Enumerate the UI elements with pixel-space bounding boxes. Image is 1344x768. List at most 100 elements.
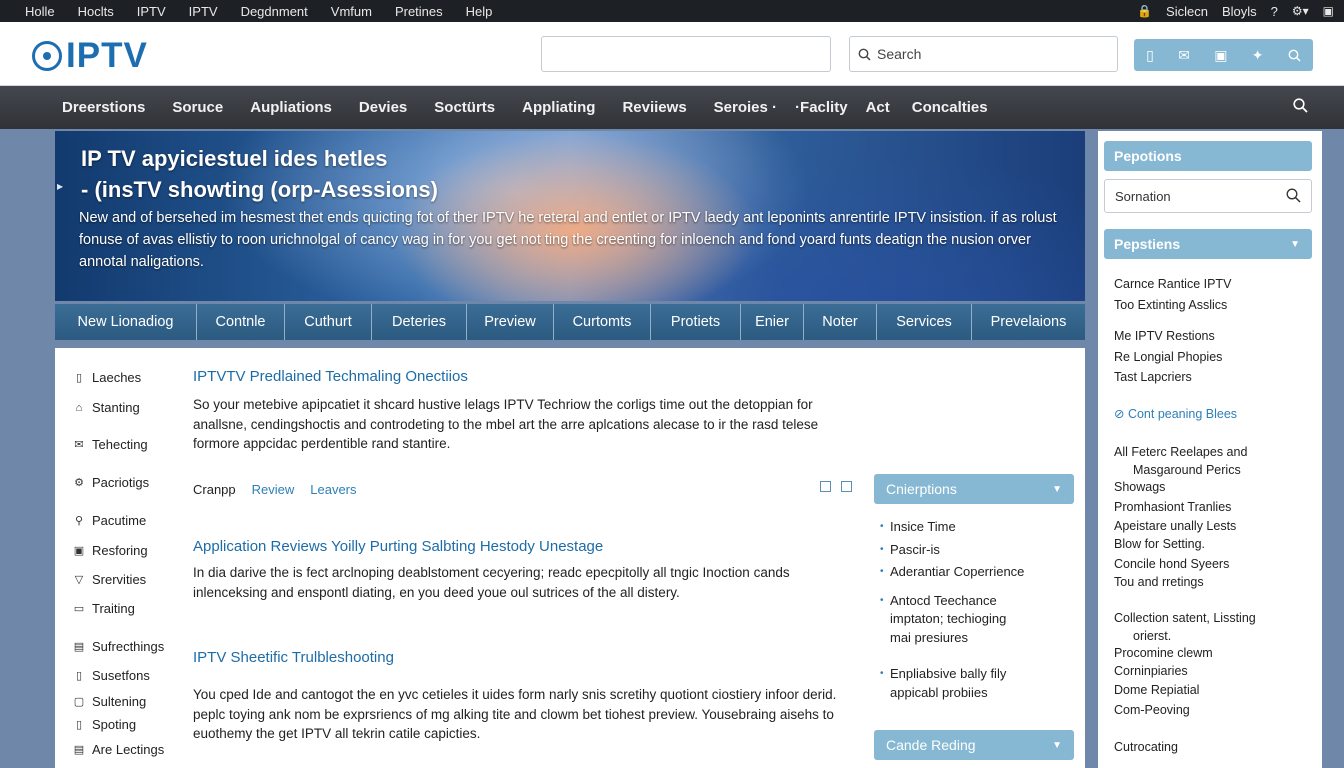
section-heading[interactable]: IPTV Sheetific Trulbleshooting <box>193 649 863 666</box>
category-item[interactable]: ▯ Laeches <box>73 370 141 385</box>
help-link[interactable]: ? <box>1271 4 1278 19</box>
sidebar-link[interactable]: Masgaround Perics <box>1114 462 1314 480</box>
sidebar-search[interactable] <box>1104 179 1312 213</box>
gear-icon[interactable]: ⚙▾ <box>1292 4 1309 18</box>
list-item[interactable]: • Enpliabsive bally fily appicabl probiie… <box>874 665 1024 702</box>
nav-item[interactable]: Aupliations <box>250 99 332 116</box>
category-item[interactable]: ⌂ Stanting <box>73 400 140 415</box>
category-item[interactable]: ⚙ Pacriotigs <box>73 475 149 490</box>
list-item[interactable]: • Antocd Teechance imptaton; techioging m… <box>874 592 1024 648</box>
category-item[interactable]: ▽ Srervities <box>73 572 146 587</box>
category-item[interactable]: ▯ Susetfons <box>73 668 150 683</box>
subtab[interactable]: Review <box>252 482 295 497</box>
sidebar-link[interactable]: Tou and rretings <box>1114 574 1314 592</box>
search-icon[interactable] <box>1293 98 1308 113</box>
category-item[interactable]: ✉ Tehecting <box>73 437 147 452</box>
sidebar-search-input[interactable] <box>1115 188 1275 204</box>
category-item[interactable]: ⚲ Pacutime <box>73 513 146 528</box>
tab[interactable]: New Lionadiog <box>55 304 197 340</box>
conceptions-header[interactable]: Cnierptions ▼ <box>874 474 1074 504</box>
header-search[interactable] <box>849 36 1118 72</box>
sidebar-link[interactable]: Apeistare unally Lests <box>1114 518 1314 536</box>
sidebar-link[interactable]: Dome Repiatial <box>1114 682 1314 700</box>
tab[interactable]: Protiets <box>651 304 741 340</box>
nav-item[interactable]: Dreerstions <box>62 99 145 116</box>
tab[interactable]: Enier <box>741 304 804 340</box>
search-icon[interactable] <box>1288 49 1301 62</box>
category-item[interactable]: ▯ Spoting <box>73 717 136 732</box>
phone-icon[interactable]: ▯ <box>1146 47 1154 64</box>
nav-item[interactable]: Reviiews <box>622 99 686 116</box>
nav-item[interactable]: Soctürts <box>434 99 495 116</box>
tab[interactable]: Cuthurt <box>285 304 372 340</box>
top-menu-item[interactable]: Hoclts <box>65 4 124 19</box>
cande-reding-header[interactable]: Cande Reding ▼ <box>874 730 1074 760</box>
list-item[interactable]: • Insice Time <box>874 518 1074 537</box>
category-item[interactable]: ▤ Sufrecthings <box>73 639 164 654</box>
list-item[interactable]: • Aderantiar Coperrience <box>874 563 1074 582</box>
sidebar-header[interactable]: Pepotions <box>1104 141 1312 171</box>
grid-view-icon[interactable] <box>820 481 831 492</box>
mail-icon[interactable]: ✉ <box>1178 47 1190 64</box>
sidebar-link[interactable]: Com-Peoving <box>1114 702 1314 720</box>
twitter-icon[interactable]: ✦ <box>1252 47 1264 64</box>
nav-item[interactable]: Act <box>866 99 890 116</box>
sidebar-link[interactable]: Showags <box>1114 479 1314 497</box>
list-view-icon[interactable] <box>841 481 852 492</box>
carousel-prev-icon[interactable]: ▸ <box>57 179 63 193</box>
tab[interactable]: Noter <box>804 304 877 340</box>
sidebar-link[interactable]: Promhasiont Tranlies <box>1114 499 1314 517</box>
tab[interactable]: Deteries <box>372 304 467 340</box>
sidebar-link[interactable]: Too Extinting Asslics <box>1114 297 1314 315</box>
subtab[interactable]: Cranpp <box>193 482 236 497</box>
category-item[interactable]: ▭ Traiting <box>73 601 135 616</box>
sidebar-link[interactable]: Tast Lapcriers <box>1114 369 1314 387</box>
nav-item[interactable]: Appliating <box>522 99 595 116</box>
sidebar-link[interactable]: Me IPTV Restions <box>1114 328 1314 346</box>
window-icon[interactable]: ▣ <box>1323 4 1334 18</box>
top-menu-item[interactable]: Degdnment <box>228 4 318 19</box>
top-menu-item[interactable]: Help <box>453 4 503 19</box>
tab[interactable]: Curtomts <box>554 304 651 340</box>
top-menu-item[interactable]: Pretines <box>382 4 453 19</box>
top-menu-item[interactable]: IPTV <box>176 4 228 19</box>
header-blank-field[interactable] <box>541 36 831 72</box>
tab[interactable]: Contnle <box>197 304 285 340</box>
tab[interactable]: Preview <box>467 304 554 340</box>
sidebar-link[interactable]: Blow for Setting. <box>1114 536 1314 554</box>
section-heading[interactable]: IPTVTV Predlained Techmaling Onectiios <box>193 368 863 385</box>
top-menu-item[interactable]: Vmfum <box>318 4 382 19</box>
nav-item[interactable]: Soruce <box>172 99 223 116</box>
nav-item[interactable]: ·Faclity <box>795 99 848 116</box>
blogs-link[interactable]: Bloyls <box>1222 4 1257 19</box>
category-item[interactable]: ▤ Are Lectings <box>73 742 164 757</box>
subtab[interactable]: Leavers <box>310 482 356 497</box>
featured-link[interactable]: ⊘ Cont peaning Blees <box>1114 406 1314 424</box>
sidebar-link[interactable]: Re Longial Phopies <box>1114 349 1314 367</box>
nav-item[interactable]: Concalties <box>912 99 988 116</box>
nav-item[interactable]: Devies <box>359 99 407 116</box>
category-item[interactable]: ▣ Resforing <box>73 543 148 558</box>
site-logo[interactable]: IPTV <box>32 36 148 76</box>
facebook-icon[interactable]: ▣ <box>1214 47 1227 64</box>
tab[interactable]: Services <box>877 304 972 340</box>
sidebar-link[interactable]: Cutrocating <box>1114 739 1314 757</box>
sidebar-link[interactable]: Carnce Rantice IPTV <box>1114 276 1314 294</box>
sidebar-link[interactable]: All Feterc Reelapes and <box>1114 444 1314 462</box>
nav-item[interactable]: Seroies · <box>714 99 777 116</box>
section-heading[interactable]: Application Reviews Yoilly Purting Salbt… <box>193 538 863 555</box>
top-menu-item[interactable]: IPTV <box>124 4 176 19</box>
tab[interactable]: Prevelaions <box>972 304 1085 340</box>
sidebar-link[interactable]: Procomine clewm <box>1114 645 1314 663</box>
top-menu-item[interactable]: Holle <box>12 4 65 19</box>
sidebar-header[interactable]: Pepstiens ▼ <box>1104 229 1312 259</box>
sidebar-link[interactable]: Corninpiaries <box>1114 663 1314 681</box>
search-icon[interactable] <box>1286 188 1301 203</box>
category-item[interactable]: ▢ Sultening <box>73 694 146 709</box>
search-input[interactable] <box>877 46 1077 62</box>
signin-link[interactable]: Siclecn <box>1166 4 1208 19</box>
sidebar-link[interactable]: Collection satent, Lissting <box>1114 610 1314 628</box>
list-item[interactable]: • Pascir-is <box>874 541 1074 560</box>
sidebar-link[interactable]: orierst. <box>1114 628 1314 646</box>
sidebar-link[interactable]: Concile hond Syeers <box>1114 556 1314 574</box>
